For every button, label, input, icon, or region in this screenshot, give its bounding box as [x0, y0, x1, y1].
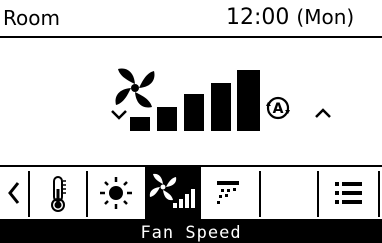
clock-day: (Mon) — [296, 5, 355, 29]
sun-icon[interactable] — [88, 167, 144, 219]
auto-a-icon: A — [266, 96, 290, 120]
fan-speed-tab[interactable] — [145, 167, 201, 219]
function-toolbar — [0, 165, 382, 221]
status-header: Room 12:00 (Mon) — [0, 0, 382, 38]
menu-icon[interactable] — [319, 167, 377, 219]
chevron-left-icon[interactable] — [2, 167, 30, 219]
controller-screen: Room 12:00 (Mon) A Fan Speed — [0, 0, 382, 243]
toolbar-divider — [378, 171, 380, 217]
speed-bar-4 — [211, 83, 231, 131]
thermometer-icon[interactable] — [30, 167, 86, 219]
clock: 12:00 (Mon) — [226, 3, 354, 32]
louver-icon[interactable] — [203, 167, 259, 219]
empty-slot — [261, 167, 317, 219]
increase-arrow-icon[interactable] — [314, 106, 332, 120]
speed-level-bars — [130, 68, 264, 171]
speed-bar-2 — [157, 107, 177, 131]
footer-bar: Fan Speed — [0, 221, 382, 243]
clock-time: 12:00 — [226, 5, 290, 30]
fan-speed-panel: A — [0, 38, 382, 165]
screen-title: Fan Speed — [140, 223, 242, 243]
speed-bar-3 — [184, 94, 204, 131]
speed-bar-5 — [237, 70, 260, 131]
location-label: Room — [3, 6, 60, 30]
fan-speed-icon — [149, 173, 195, 208]
svg-text:A: A — [273, 101, 284, 117]
speed-bar-1 — [130, 117, 150, 131]
decrease-arrow-icon[interactable] — [110, 108, 128, 122]
